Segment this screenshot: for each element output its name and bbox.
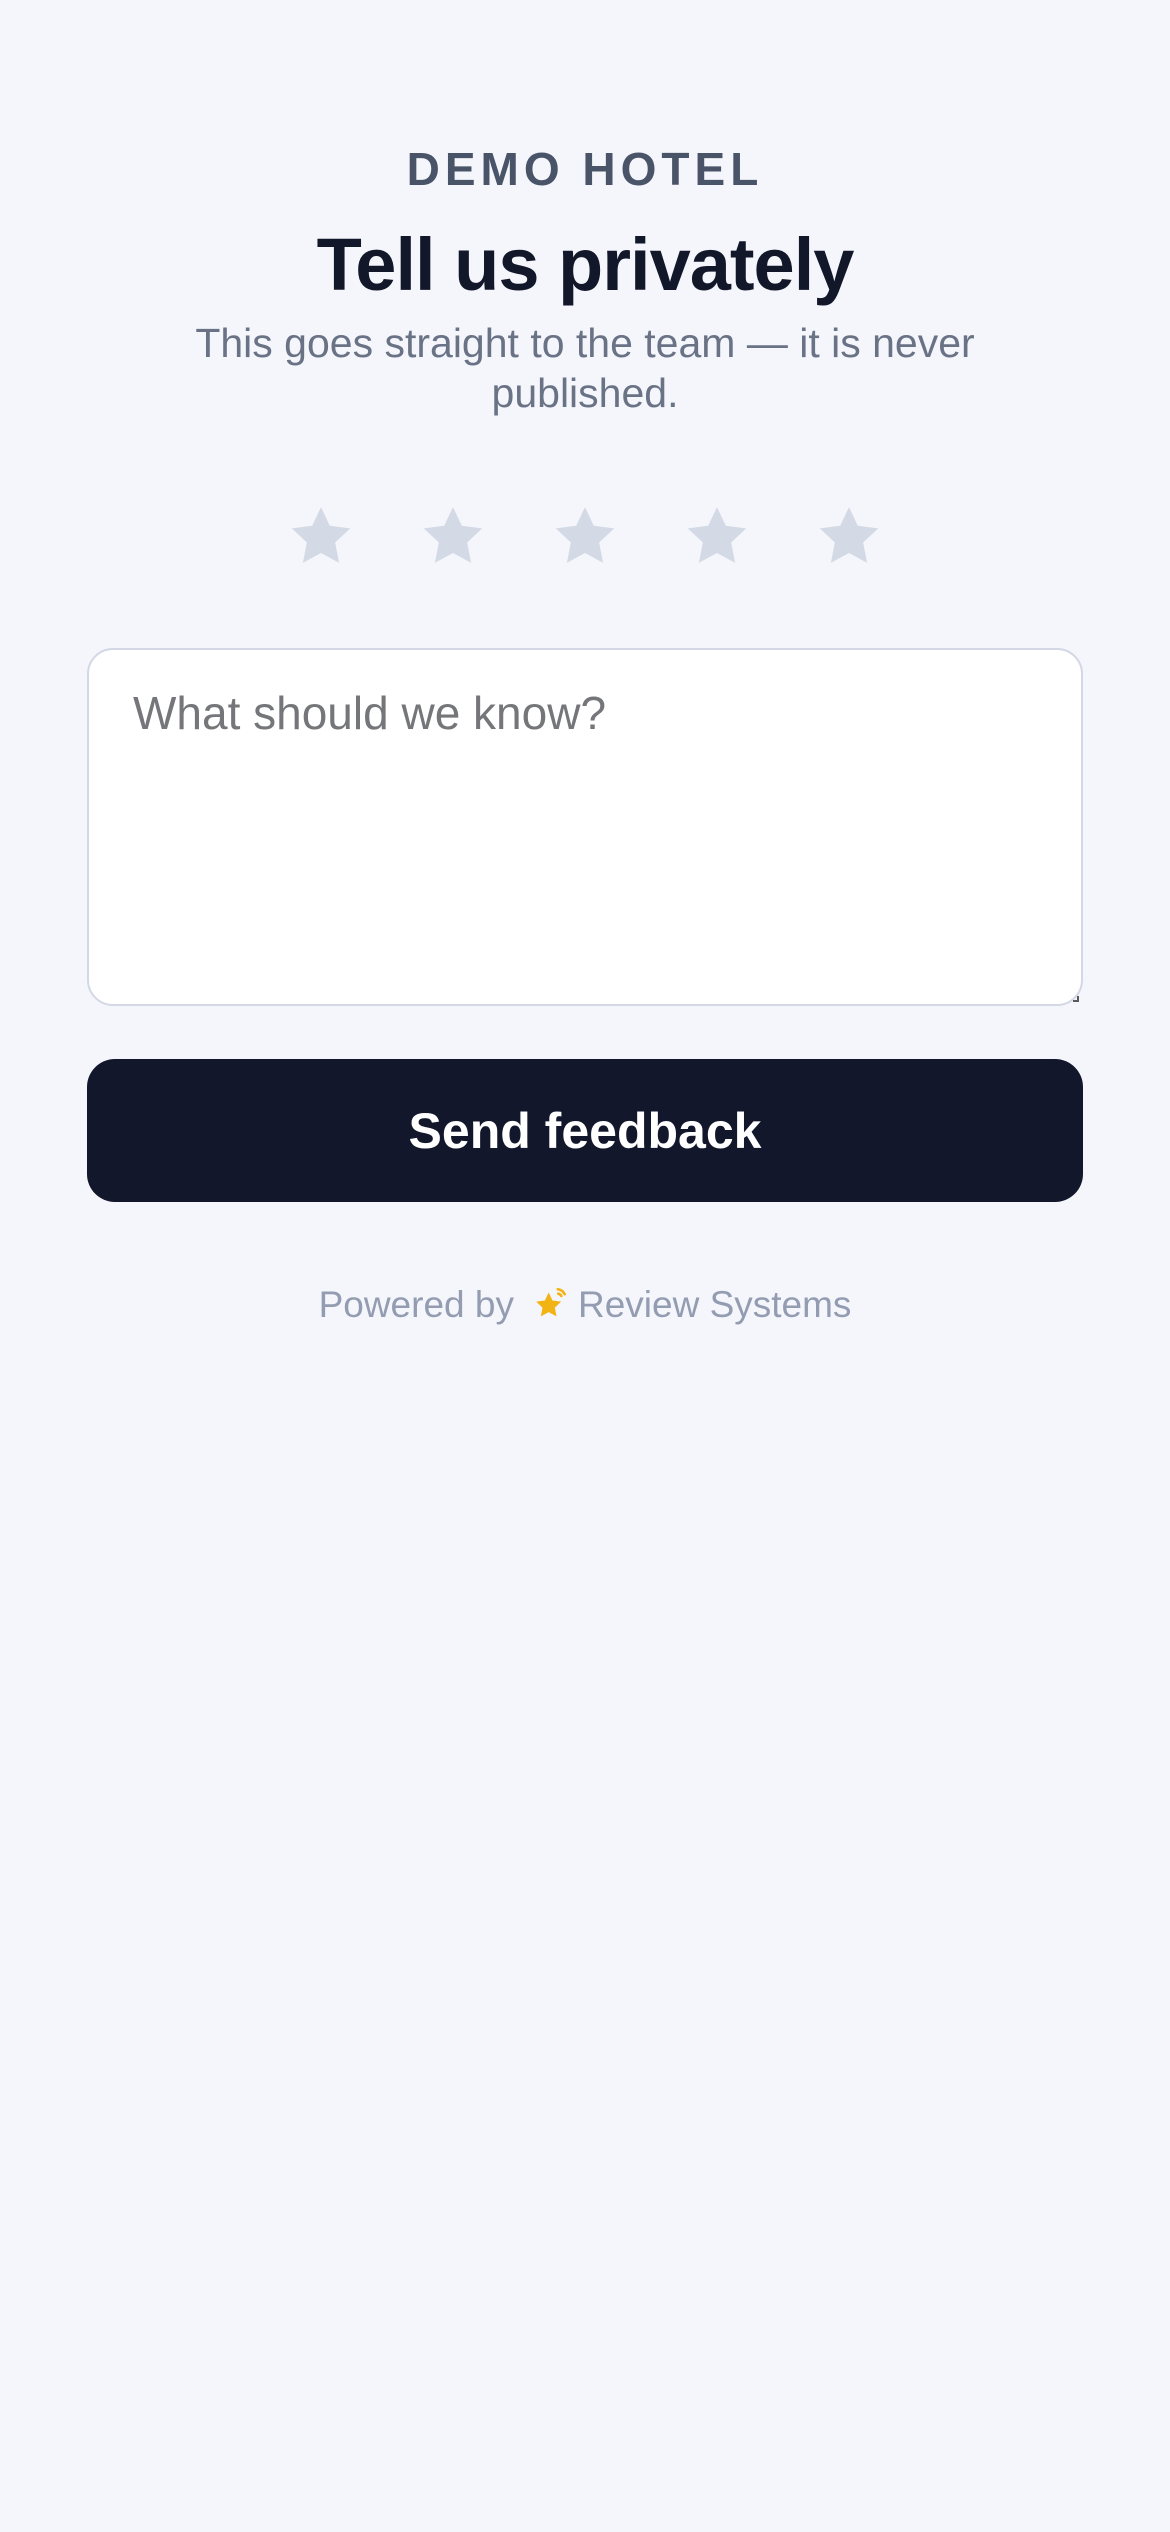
- star-icon: [423, 507, 483, 563]
- star-5-button[interactable]: [815, 502, 883, 570]
- star-icon: [687, 507, 747, 563]
- feedback-page: DEMO HOTEL Tell us privately This goes s…: [0, 0, 1170, 2532]
- star-rating: [0, 502, 1170, 570]
- star-3-button[interactable]: [551, 502, 619, 570]
- star-4-button[interactable]: [683, 502, 751, 570]
- powered-by-label: Powered by: [318, 1284, 514, 1325]
- review-systems-brand[interactable]: Review Systems: [578, 1284, 851, 1326]
- review-systems-logo-icon: [532, 1285, 572, 1325]
- star-icon: [555, 507, 615, 563]
- send-feedback-button[interactable]: Send feedback: [87, 1059, 1083, 1202]
- feedback-textarea[interactable]: [87, 648, 1083, 1006]
- powered-by-footer: Powered by Review Systems: [0, 1284, 1170, 1326]
- resize-handle[interactable]: [1073, 996, 1079, 1002]
- feedback-field-container: [87, 648, 1083, 1006]
- star-1-button[interactable]: [287, 502, 355, 570]
- page-subtitle: This goes straight to the team — it is n…: [195, 320, 975, 416]
- star-icon: [291, 507, 351, 563]
- hotel-name: DEMO HOTEL: [406, 143, 764, 195]
- page-title: Tell us privately: [316, 223, 855, 306]
- star-icon: [819, 507, 879, 563]
- star-2-button[interactable]: [419, 502, 487, 570]
